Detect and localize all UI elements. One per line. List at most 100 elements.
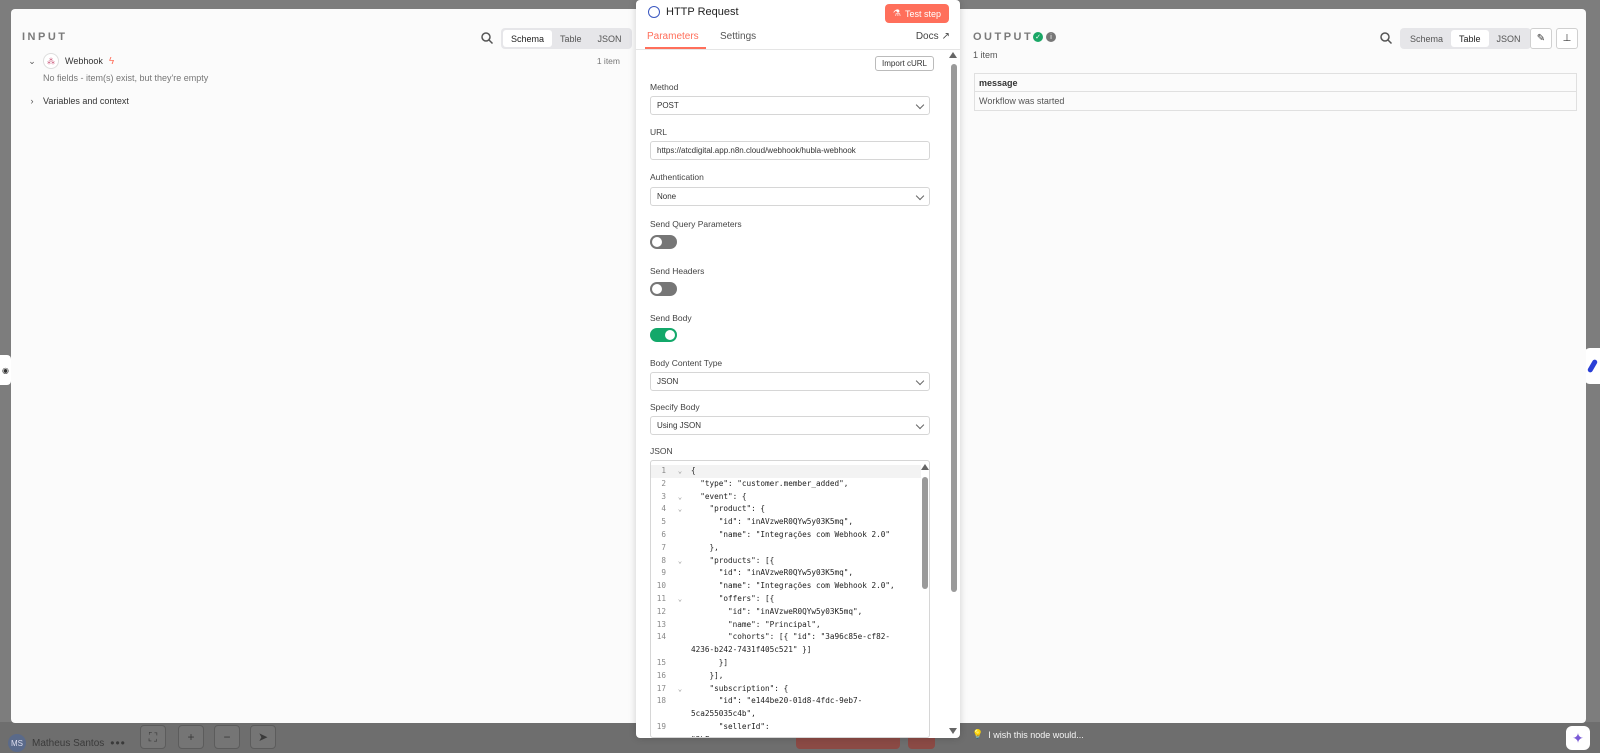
code-line[interactable]: 9 "id": "inAVzweR0QYw5y03K5mq", [651,567,921,580]
zoom-in-icon[interactable]: + [178,725,204,749]
code-line[interactable]: 17 ⌄ "subscription": { [651,683,921,696]
code-line[interactable]: 10 "name": "Integrações com Webhook 2.0"… [651,580,921,593]
line-number: 14 [656,632,666,642]
input-view-toggle: Schema Table JSON [501,28,632,49]
code-line[interactable]: 18 "id": "e144be20-01d8-4fdc-9eb7- [651,695,921,708]
output-view-schema[interactable]: Schema [1402,30,1451,47]
code-line[interactable]: 14 "cohorts": [{ "id": "3a96c85e-cf82- [651,631,921,644]
zoom-out-icon[interactable]: − [214,725,240,749]
chevron-down-icon[interactable]: ⌄ [27,56,37,67]
method-select[interactable]: POST [650,96,930,115]
right-panel-handle[interactable] [1584,348,1600,384]
panel-scrollbar[interactable] [951,64,957,592]
fold-chevron-icon[interactable]: ⌄ [669,465,691,478]
edit-pencil-icon[interactable]: ✎ [1530,28,1552,49]
code-line[interactable]: 13 "name": "Principal", [651,619,921,632]
code-line[interactable]: 3 ⌄ "event": { [651,491,921,504]
input-view-json[interactable]: JSON [590,30,630,47]
code-line[interactable]: 5 "id": "inAVzweR0QYw5y03K5mq", [651,516,921,529]
panel-scroll-up-icon[interactable] [949,52,957,58]
input-view-schema[interactable]: Schema [503,30,553,47]
code-line[interactable]: 4 ⌄ "product": { [651,503,921,516]
fold-chevron-icon[interactable]: ⌄ [669,491,691,504]
fit-view-icon[interactable]: ⛶ [140,725,166,749]
line-number: 16 [656,670,666,680]
user-menu[interactable]: MS Matheus Santos ••• [8,734,126,752]
node-title[interactable]: HTTP Request [666,6,739,18]
specify-body-select[interactable]: Using JSON [650,416,930,435]
code-line[interactable]: 1 ⌄{ [651,465,921,478]
input-view-table[interactable]: Table [552,30,590,47]
code-text: }] [691,657,729,667]
fold-gutter [669,580,691,593]
code-line[interactable]: 2 "type": "customer.member_added", [651,478,921,491]
send-body-label: Send Body [650,313,692,323]
code-line[interactable]: 7 }, [651,542,921,555]
fold-chevron-icon[interactable]: ⌄ [669,555,691,568]
code-scroll-up-icon[interactable] [921,464,929,470]
search-icon[interactable] [1379,31,1393,45]
code-line[interactable]: 6 "name": "Integrações com Webhook 2.0" [651,529,921,542]
send-body-toggle[interactable] [650,328,677,342]
fold-chevron-icon[interactable]: ⌄ [669,683,691,696]
line-number [651,644,669,657]
ai-assistant-icon[interactable]: ✦ [1566,726,1590,750]
output-view-json[interactable]: JSON [1489,30,1529,47]
code-text: "id": "inAVzweR0QYw5y03K5mq", [691,568,853,578]
fold-gutter [669,644,691,657]
output-table: message Workflow was started [974,73,1577,111]
line-number: 4 [661,504,666,514]
feedback-prompt[interactable]: 💡 I wish this node would... [972,729,1084,740]
url-field[interactable]: https://atcdigital.app.n8n.cloud/webhook… [650,141,930,160]
send-headers-toggle[interactable] [650,282,677,296]
code-line[interactable]: 5ca255035c4b", [651,708,921,721]
code-text: }, [691,542,719,552]
table-cell[interactable]: Workflow was started [975,92,1576,110]
code-line[interactable]: 12 "id": "inAVzweR0QYw5y03K5mq", [651,606,921,619]
more-icon[interactable]: ••• [110,736,126,750]
json-code-editor[interactable]: 1 ⌄{2 "type": "customer.member_added", 3 ⌄ … [650,460,930,738]
body-content-type-select[interactable]: JSON [650,372,930,391]
chevron-down-icon [915,191,925,201]
send-headers-label: Send Headers [650,266,705,276]
code-text: 4236-b242-7431f405c521" }] [691,645,812,655]
code-line[interactable]: 19 "sellerId": [651,721,921,734]
code-line[interactable]: "2hF... [651,734,921,737]
chevron-right-icon[interactable]: › [27,96,37,106]
fold-gutter [669,606,691,619]
body-content-type-label: Body Content Type [650,358,723,368]
code-line[interactable]: 4236-b242-7431f405c521" }] [651,644,921,657]
webhook-node-row[interactable]: ⌄ ⁂ Webhook ϟ [27,53,114,69]
code-scrollbar[interactable] [922,477,928,589]
body-content-type-value: JSON [657,377,679,386]
line-number: 6 [661,529,666,539]
code-text: "product": { [691,504,766,514]
cursor-icon[interactable]: ➤ [250,725,276,749]
line-number: 2 [661,478,666,488]
code-text: "offers": [{ [691,593,775,603]
authentication-select[interactable]: None [650,187,930,206]
info-icon[interactable]: i [1046,32,1056,42]
send-query-toggle[interactable] [650,235,677,249]
code-line[interactable]: 8 ⌄ "products": [{ [651,555,921,568]
code-line[interactable]: 16 }], [651,670,921,683]
tab-parameters[interactable]: Parameters [647,31,699,42]
fold-gutter [669,721,691,734]
chevron-down-icon [915,100,925,110]
webhook-icon: ⁂ [43,53,59,69]
code-line[interactable]: 11 ⌄ "offers": [{ [651,593,921,606]
output-view-table[interactable]: Table [1451,30,1489,47]
variables-context-row[interactable]: › Variables and context [27,96,129,106]
tab-settings[interactable]: Settings [720,31,756,42]
panel-scroll-down-icon[interactable] [949,728,957,734]
fold-chevron-icon[interactable]: ⌄ [669,593,691,606]
test-step-button[interactable]: ⚗ Test step [884,4,949,23]
left-panel-handle[interactable]: ◉ [0,355,11,385]
search-icon[interactable] [480,31,494,45]
fold-gutter [669,478,691,491]
code-line[interactable]: 15 }] [651,657,921,670]
import-curl-button[interactable]: Import cURL [875,56,934,71]
pin-icon[interactable]: ⊥ [1556,28,1578,49]
fold-chevron-icon[interactable]: ⌄ [669,503,691,516]
docs-link[interactable]: Docs ↗ [916,31,950,42]
